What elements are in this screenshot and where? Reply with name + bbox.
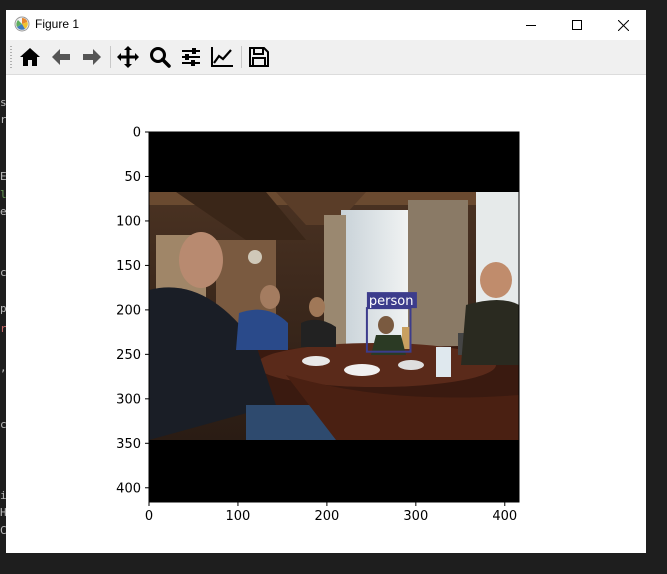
window-title: Figure 1 [35, 17, 80, 31]
save-button[interactable] [245, 44, 273, 70]
figure-canvas[interactable]: person 0 100 200 300 400 0 50 100 150 200 250 300 3… [6, 75, 646, 553]
minimize-icon [526, 25, 536, 26]
title-bar: Figure 1 [6, 10, 646, 40]
subplots-button[interactable] [177, 44, 205, 70]
forward-button[interactable] [78, 44, 106, 70]
navigation-toolbar [6, 40, 646, 75]
pan-button[interactable] [114, 44, 142, 70]
arrow-right-icon [83, 49, 101, 65]
minimize-button[interactable] [508, 10, 554, 40]
customize-button[interactable] [208, 44, 236, 70]
line-chart-icon [211, 47, 233, 67]
x-tick-label: 300 [403, 509, 428, 524]
close-icon [617, 19, 629, 31]
photo [149, 192, 519, 440]
home-icon [20, 48, 40, 66]
y-tick-label: 50 [124, 170, 141, 185]
y-tick-label: 300 [116, 392, 141, 407]
sliders-icon [182, 48, 200, 66]
maximize-icon [572, 20, 582, 30]
save-icon [249, 47, 269, 67]
figure-window: Figure 1 person 0 100 200 300 400 0 50 1… [6, 10, 646, 553]
x-tick-label: 0 [145, 509, 153, 524]
y-tick-label: 0 [133, 126, 141, 141]
x-tick-label: 100 [226, 509, 251, 524]
detection-label: person [369, 294, 414, 309]
y-tick-label: 400 [116, 481, 141, 496]
y-tick-label: 200 [116, 303, 141, 318]
matplotlib-icon [14, 16, 30, 32]
toolbar-separator [110, 46, 111, 68]
x-tick-label: 200 [314, 509, 339, 524]
zoom-icon [150, 47, 171, 68]
y-axis: 0 50 100 150 200 250 300 350 400 [116, 126, 149, 496]
zoom-button[interactable] [146, 44, 174, 70]
arrow-left-icon [52, 49, 70, 65]
toolbar-grip [10, 46, 12, 68]
y-tick-label: 150 [116, 259, 141, 274]
home-button[interactable] [16, 44, 44, 70]
x-tick-label: 400 [492, 509, 517, 524]
move-icon [117, 46, 139, 68]
back-button[interactable] [47, 44, 75, 70]
toolbar-separator [241, 46, 242, 68]
close-button[interactable] [600, 10, 646, 40]
x-axis: 0 100 200 300 400 [145, 502, 517, 524]
y-tick-label: 350 [116, 437, 141, 452]
y-tick-label: 100 [116, 214, 141, 229]
maximize-button[interactable] [554, 10, 600, 40]
y-tick-label: 250 [116, 348, 141, 363]
plot-area[interactable]: person 0 100 200 300 400 0 50 100 150 200 250 300 3… [6, 75, 646, 553]
